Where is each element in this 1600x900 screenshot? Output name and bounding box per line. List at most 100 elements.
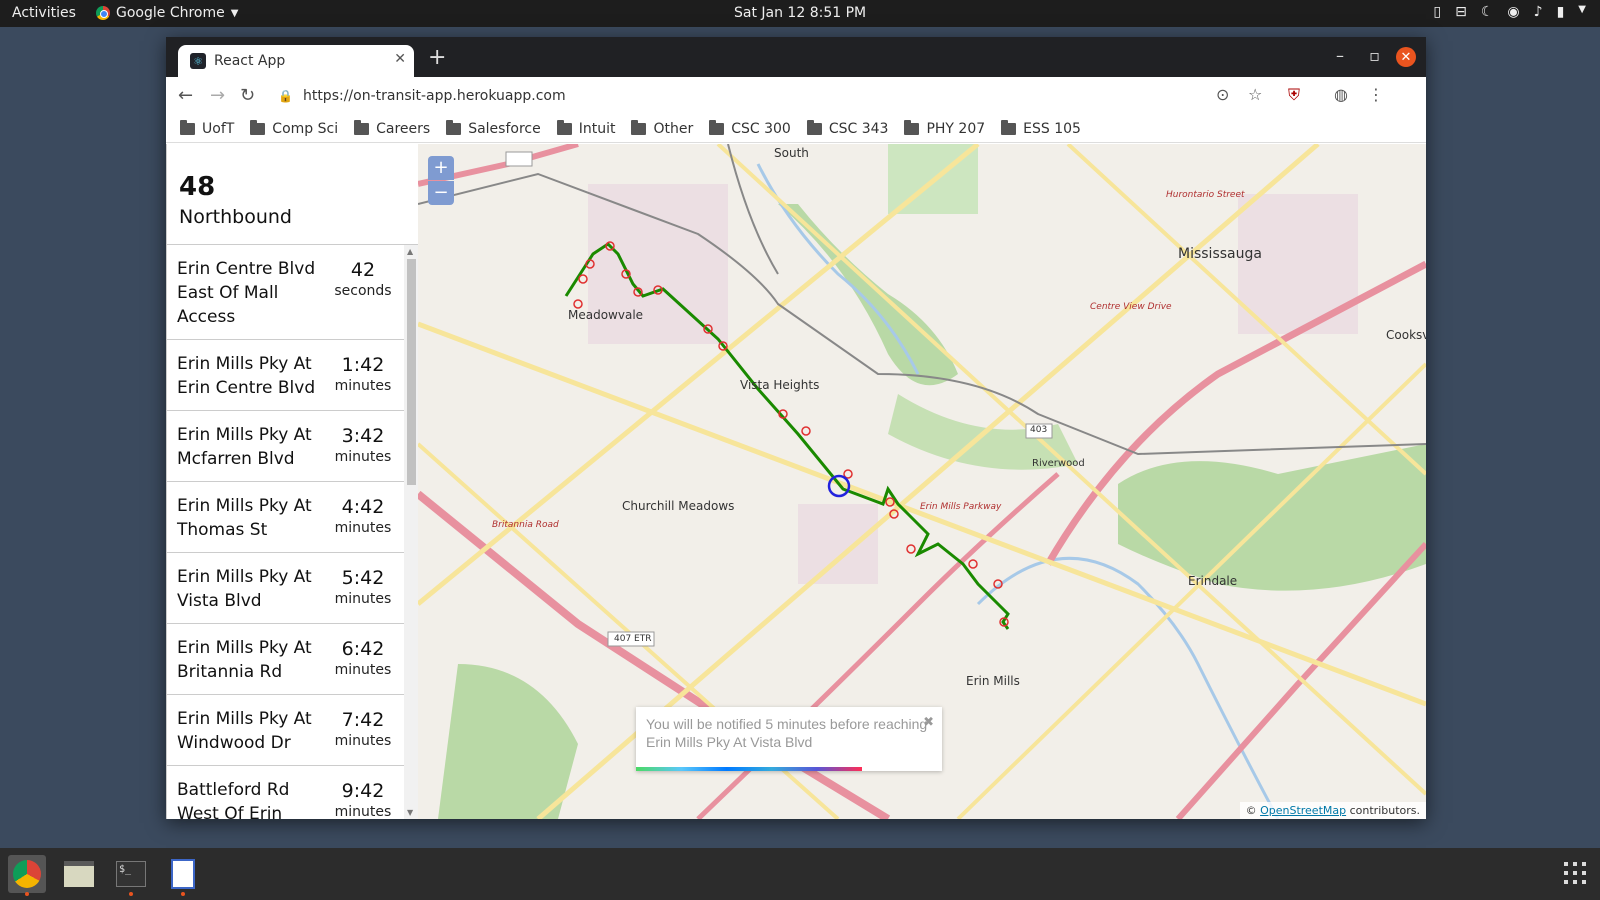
- bookmark-folder[interactable]: Careers: [354, 119, 430, 137]
- stop-eta: 3:42 minutes: [332, 423, 394, 471]
- stop-row[interactable]: Erin Mills Pky At Vista Blvd 5:42 minutes: [167, 553, 404, 624]
- eta-value: 42: [350, 259, 376, 281]
- stop-row[interactable]: Erin Mills Pky At Windwood Dr 7:42 minute…: [167, 695, 404, 766]
- route-panel: 48 Northbound Erin Centre Blvd East Of M…: [166, 144, 418, 819]
- eta-value: 3:42: [341, 425, 385, 447]
- browser-window: ⚛ React App ✕ + – ▫ ✕ ← → ↻ 🔒 https://on…: [166, 37, 1426, 819]
- extension-icon[interactable]: ◍: [1334, 85, 1348, 104]
- night-light-icon[interactable]: ☾: [1481, 4, 1494, 20]
- chrome-dock-icon[interactable]: [8, 855, 46, 896]
- zoom-out-button[interactable]: −: [428, 181, 454, 205]
- minimize-button[interactable]: –: [1336, 46, 1344, 65]
- stop-marker[interactable]: [801, 426, 811, 436]
- location-icon[interactable]: ⊙: [1216, 85, 1229, 104]
- phone-icon[interactable]: ▯: [1433, 4, 1441, 20]
- bookmark-folder[interactable]: CSC 300: [709, 119, 791, 137]
- eta-unit: minutes: [334, 804, 392, 819]
- stop-row[interactable]: Erin Mills Pky At Erin Centre Blvd 1:42 m…: [167, 340, 404, 411]
- address-bar[interactable]: 🔒 https://on-transit-app.herokuapp.com: [278, 81, 1238, 111]
- commercial-area: [798, 504, 878, 584]
- stop-row[interactable]: Battleford Rd West Of Erin Mills 9:42 min…: [167, 766, 404, 819]
- tab-react-app[interactable]: ⚛ React App ✕: [178, 45, 414, 77]
- notification-toast[interactable]: You will be notified 5 minutes before re…: [636, 707, 942, 771]
- lock-icon[interactable]: 🔒: [278, 89, 293, 103]
- folder-icon: [1001, 119, 1017, 135]
- activities-button[interactable]: Activities: [12, 5, 76, 21]
- stop-marker[interactable]: [578, 274, 588, 284]
- react-icon: ⚛: [190, 53, 206, 69]
- stop-name: Erin Centre Blvd East Of Mall Access: [177, 259, 316, 327]
- drive-icon[interactable]: ⊟: [1455, 4, 1467, 20]
- stop-eta: 5:42 minutes: [332, 565, 394, 613]
- stop-row[interactable]: Erin Mills Pky At Mcfarren Blvd 3:42 minu…: [167, 411, 404, 482]
- files-dock-icon[interactable]: [60, 855, 98, 893]
- terminal-dock-icon[interactable]: $_: [112, 855, 150, 896]
- folder-icon: [354, 119, 370, 135]
- stop-eta: 4:42 minutes: [332, 494, 394, 542]
- bookmark-folder[interactable]: Intuit: [556, 119, 615, 137]
- bookmark-folder[interactable]: ESS 105: [1001, 119, 1081, 137]
- bookmark-folder[interactable]: UofT: [180, 119, 234, 137]
- stop-row[interactable]: Erin Mills Pky At Thomas St 4:42 minutes: [167, 482, 404, 553]
- folder-icon: [180, 119, 195, 135]
- tab-title: React App: [214, 53, 286, 69]
- map-label-vista-heights: Vista Heights: [740, 378, 820, 392]
- reload-icon[interactable]: ↻: [240, 85, 255, 106]
- battery-icon[interactable]: ▮: [1557, 4, 1565, 20]
- close-tab-icon[interactable]: ✕: [394, 51, 406, 67]
- show-applications-icon[interactable]: [1564, 862, 1586, 884]
- running-indicator: [129, 892, 133, 896]
- stop-marker[interactable]: [968, 559, 978, 569]
- map-view[interactable]: + − Mississauga Meadowvale Vista Heights…: [418, 144, 1426, 819]
- forward-icon[interactable]: →: [210, 85, 225, 106]
- eta-value: 7:42: [341, 709, 385, 731]
- new-tab-button[interactable]: +: [428, 45, 446, 70]
- stop-list-scrollbar[interactable]: ▲ ▼: [404, 245, 418, 819]
- scrollbar-thumb[interactable]: [407, 259, 416, 485]
- wifi-icon[interactable]: ◉: [1507, 4, 1519, 20]
- volume-icon[interactable]: ♪: [1534, 4, 1543, 20]
- bookmark-star-icon[interactable]: ☆: [1248, 85, 1262, 104]
- osm-link[interactable]: OpenStreetMap: [1260, 804, 1346, 817]
- bookmarks-bar: UofT Comp Sci Careers Salesforce Intuit …: [166, 115, 1426, 143]
- close-window-button[interactable]: ✕: [1396, 47, 1416, 67]
- app-menu[interactable]: Google Chrome ▼: [96, 5, 238, 21]
- taskbar-dock: $_: [0, 848, 1600, 900]
- bookmark-folder[interactable]: PHY 207: [904, 119, 985, 137]
- map-label-churchill-meadows: Churchill Meadows: [622, 499, 735, 513]
- stop-eta: 9:42 minutes: [332, 778, 394, 819]
- stop-row[interactable]: Erin Mills Pky At Britannia Rd 6:42 minut…: [167, 624, 404, 695]
- folder-icon: [631, 119, 647, 135]
- back-icon[interactable]: ←: [178, 85, 193, 106]
- bookmark-folder[interactable]: Other: [631, 119, 693, 137]
- maximize-button[interactable]: ▫: [1369, 46, 1380, 65]
- route-header: 48 Northbound: [167, 144, 418, 245]
- chrome-icon: [96, 6, 110, 20]
- system-tray[interactable]: ▯ ⊟ ☾ ◉ ♪ ▮ ▼: [1433, 4, 1586, 20]
- scroll-down-icon[interactable]: ▼: [407, 808, 413, 817]
- park-area: [1118, 444, 1426, 591]
- chevron-down-icon[interactable]: ▼: [1578, 4, 1586, 20]
- stop-marker[interactable]: [906, 544, 916, 554]
- stop-marker[interactable]: [573, 299, 583, 309]
- stop-eta: 7:42 minutes: [332, 707, 394, 755]
- eta-unit: minutes: [334, 591, 392, 607]
- stop-name: Erin Mills Pky At Britannia Rd: [177, 638, 312, 682]
- zoom-in-button[interactable]: +: [428, 156, 454, 180]
- ublock-icon[interactable]: ⛨: [1288, 85, 1300, 105]
- eta-value: 5:42: [341, 567, 385, 589]
- app-name: Google Chrome: [116, 5, 225, 21]
- map-label-riverwood: Riverwood: [1032, 458, 1085, 469]
- scroll-up-icon[interactable]: ▲: [407, 247, 413, 256]
- bookmark-folder[interactable]: Salesforce: [446, 119, 541, 137]
- stop-row[interactable]: Erin Centre Blvd East Of Mall Access 42 s…: [167, 245, 404, 340]
- text-editor-dock-icon[interactable]: [164, 855, 202, 896]
- close-icon[interactable]: ✖: [923, 713, 934, 731]
- stop-list[interactable]: Erin Centre Blvd East Of Mall Access 42 s…: [167, 245, 404, 819]
- folder-icon: [709, 119, 725, 135]
- bookmark-folder[interactable]: Comp Sci: [250, 119, 338, 137]
- more-menu-icon[interactable]: ⋮: [1368, 85, 1384, 104]
- bookmark-folder[interactable]: CSC 343: [806, 119, 888, 137]
- stop-name: Erin Mills Pky At Windwood Dr: [177, 709, 312, 753]
- clock[interactable]: Sat Jan 12 8:51 PM: [734, 5, 866, 21]
